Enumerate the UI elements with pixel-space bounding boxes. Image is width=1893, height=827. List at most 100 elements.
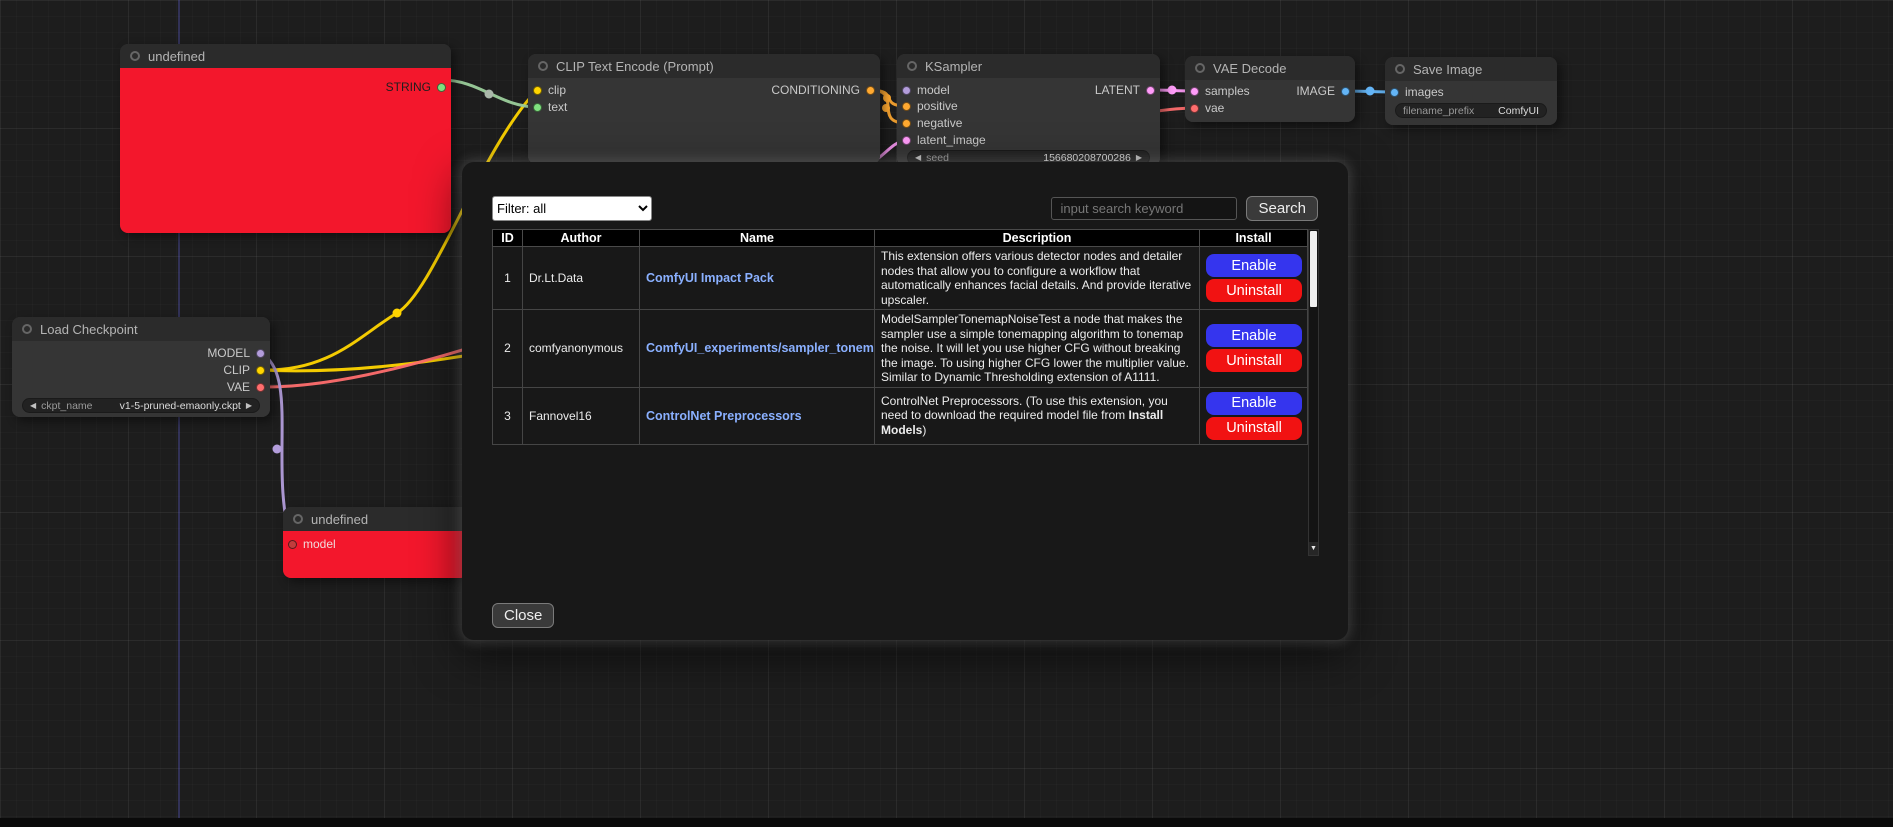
input-slot-negative[interactable]: negative <box>902 116 962 130</box>
input-slot-text[interactable]: text <box>533 100 567 114</box>
slot-dot-negative[interactable] <box>902 119 911 128</box>
cell-author: Dr.Lt.Data <box>523 247 640 310</box>
node-title-bar[interactable]: undefined <box>120 44 451 68</box>
extension-link[interactable]: ComfyUI_experiments/sampler_tonemap <box>646 341 875 355</box>
slot-dot-vae[interactable] <box>256 383 265 392</box>
uninstall-button[interactable]: Uninstall <box>1206 279 1302 302</box>
node-collapse-dot-icon[interactable] <box>130 51 140 61</box>
extension-link[interactable]: ControlNet Preprocessors <box>646 409 802 423</box>
table-header-row: ID Author Name Description Install <box>493 230 1308 247</box>
output-slot-clip[interactable]: CLIP <box>223 363 265 377</box>
enable-button[interactable]: Enable <box>1206 392 1302 415</box>
node-collapse-dot-icon[interactable] <box>293 514 303 524</box>
input-slot-model[interactable]: model <box>288 537 336 551</box>
node-collapse-dot-icon[interactable] <box>907 61 917 71</box>
node-canvas[interactable]: undefined STRING CLIP Text Encode (Promp… <box>0 0 1893 827</box>
decrement-arrow-icon[interactable]: ◀ <box>30 401 36 410</box>
link-midpoint-dot <box>1168 86 1177 95</box>
node-title: Save Image <box>1413 62 1482 77</box>
output-slot-string[interactable]: STRING <box>386 80 446 94</box>
link-midpoint-dot <box>1366 87 1375 96</box>
node-body: samples vae IMAGE <box>1185 80 1355 122</box>
output-slot-model[interactable]: MODEL <box>207 346 265 360</box>
link-midpoint-dot <box>883 94 891 102</box>
node-title-bar[interactable]: undefined <box>283 507 468 531</box>
node-body: model <box>283 531 468 578</box>
node-load-checkpoint[interactable]: Load Checkpoint MODEL CLIP VAE ◀ ckpt_na… <box>12 317 270 417</box>
input-slot-positive[interactable]: positive <box>902 99 958 113</box>
slot-dot-clip[interactable] <box>533 86 542 95</box>
search-input[interactable] <box>1051 197 1237 220</box>
increment-arrow-icon[interactable]: ▶ <box>1136 153 1142 162</box>
uninstall-button[interactable]: Uninstall <box>1206 349 1302 372</box>
node-vae-decode[interactable]: VAE Decode samples vae IMAGE <box>1185 56 1355 122</box>
filename-prefix-widget[interactable]: filename_prefix ComfyUI <box>1395 103 1547 118</box>
slot-dot-image[interactable] <box>1341 87 1350 96</box>
input-slot-clip[interactable]: clip <box>533 83 566 97</box>
node-body: images filename_prefix ComfyUI <box>1385 81 1557 125</box>
ckpt-name-widget[interactable]: ◀ ckpt_name v1-5-pruned-emaonly.ckpt ▶ <box>22 398 260 413</box>
cell-description: ControlNet Preprocessors. (To use this e… <box>875 387 1200 444</box>
node-title-bar[interactable]: KSampler <box>897 54 1160 78</box>
scrollbar-thumb[interactable] <box>1310 231 1317 307</box>
table-scrollbar[interactable]: ▼ <box>1308 229 1319 556</box>
node-collapse-dot-icon[interactable] <box>1195 63 1205 73</box>
increment-arrow-icon[interactable]: ▶ <box>246 401 252 410</box>
node-save-image[interactable]: Save Image images filename_prefix ComfyU… <box>1385 57 1557 125</box>
output-slot-vae[interactable]: VAE <box>227 380 265 394</box>
node-collapse-dot-icon[interactable] <box>22 324 32 334</box>
input-slot-samples[interactable]: samples <box>1190 84 1250 98</box>
uninstall-button[interactable]: Uninstall <box>1206 417 1302 440</box>
node-undefined-top[interactable]: undefined STRING <box>120 44 451 233</box>
node-title-bar[interactable]: Save Image <box>1385 57 1557 81</box>
extension-row: 2 comfyanonymous ComfyUI_experiments/sam… <box>493 310 1308 388</box>
slot-dot-string[interactable] <box>437 83 446 92</box>
cell-name: ControlNet Preprocessors <box>640 387 875 444</box>
input-slot-latent-image[interactable]: latent_image <box>902 133 986 147</box>
slot-dot-latent-image[interactable] <box>902 136 911 145</box>
scroll-down-arrow-icon[interactable]: ▼ <box>1309 542 1318 555</box>
slot-dot-latent[interactable] <box>1146 86 1155 95</box>
node-ksampler[interactable]: KSampler model positive negative latent_… <box>897 54 1160 166</box>
search-button[interactable]: Search <box>1246 196 1318 221</box>
node-clip-text-encode[interactable]: CLIP Text Encode (Prompt) clip text COND… <box>528 54 880 164</box>
close-button[interactable]: Close <box>492 603 554 628</box>
node-collapse-dot-icon[interactable] <box>538 61 548 71</box>
output-slot-latent[interactable]: LATENT <box>1095 83 1155 97</box>
header-name: Name <box>640 230 875 247</box>
cell-author: Fannovel16 <box>523 387 640 444</box>
slot-dot-clip[interactable] <box>256 366 265 375</box>
node-undefined-bottom[interactable]: undefined model <box>283 507 468 578</box>
slot-dot-text[interactable] <box>533 103 542 112</box>
cell-install: Enable Uninstall <box>1200 247 1308 310</box>
input-slot-images[interactable]: images <box>1390 85 1444 99</box>
slot-dot-model[interactable] <box>288 540 297 549</box>
slot-dot-vae[interactable] <box>1190 104 1199 113</box>
link-midpoint-dot <box>393 309 402 318</box>
header-description: Description <box>875 230 1200 247</box>
slot-dot-model[interactable] <box>902 86 911 95</box>
enable-button[interactable]: Enable <box>1206 324 1302 347</box>
node-collapse-dot-icon[interactable] <box>1395 64 1405 74</box>
slot-dot-positive[interactable] <box>902 102 911 111</box>
node-title-bar[interactable]: CLIP Text Encode (Prompt) <box>528 54 880 78</box>
enable-button[interactable]: Enable <box>1206 254 1302 277</box>
cell-author: comfyanonymous <box>523 310 640 388</box>
output-slot-conditioning[interactable]: CONDITIONING <box>771 83 875 97</box>
node-title-bar[interactable]: VAE Decode <box>1185 56 1355 80</box>
cell-id: 1 <box>493 247 523 310</box>
node-title-bar[interactable]: Load Checkpoint <box>12 317 270 341</box>
slot-dot-conditioning[interactable] <box>866 86 875 95</box>
extension-link[interactable]: ComfyUI Impact Pack <box>646 271 774 285</box>
input-slot-model[interactable]: model <box>902 83 950 97</box>
slot-dot-model[interactable] <box>256 349 265 358</box>
cell-description: This extension offers various detector n… <box>875 247 1200 310</box>
filter-select[interactable]: Filter: all <box>492 196 652 221</box>
slot-dot-samples[interactable] <box>1190 87 1199 96</box>
decrement-arrow-icon[interactable]: ◀ <box>915 153 921 162</box>
output-slot-image[interactable]: IMAGE <box>1296 84 1350 98</box>
cell-description: ModelSamplerTonemapNoiseTest a node that… <box>875 310 1200 388</box>
node-title: undefined <box>311 512 368 527</box>
slot-dot-images[interactable] <box>1390 88 1399 97</box>
input-slot-vae[interactable]: vae <box>1190 101 1224 115</box>
